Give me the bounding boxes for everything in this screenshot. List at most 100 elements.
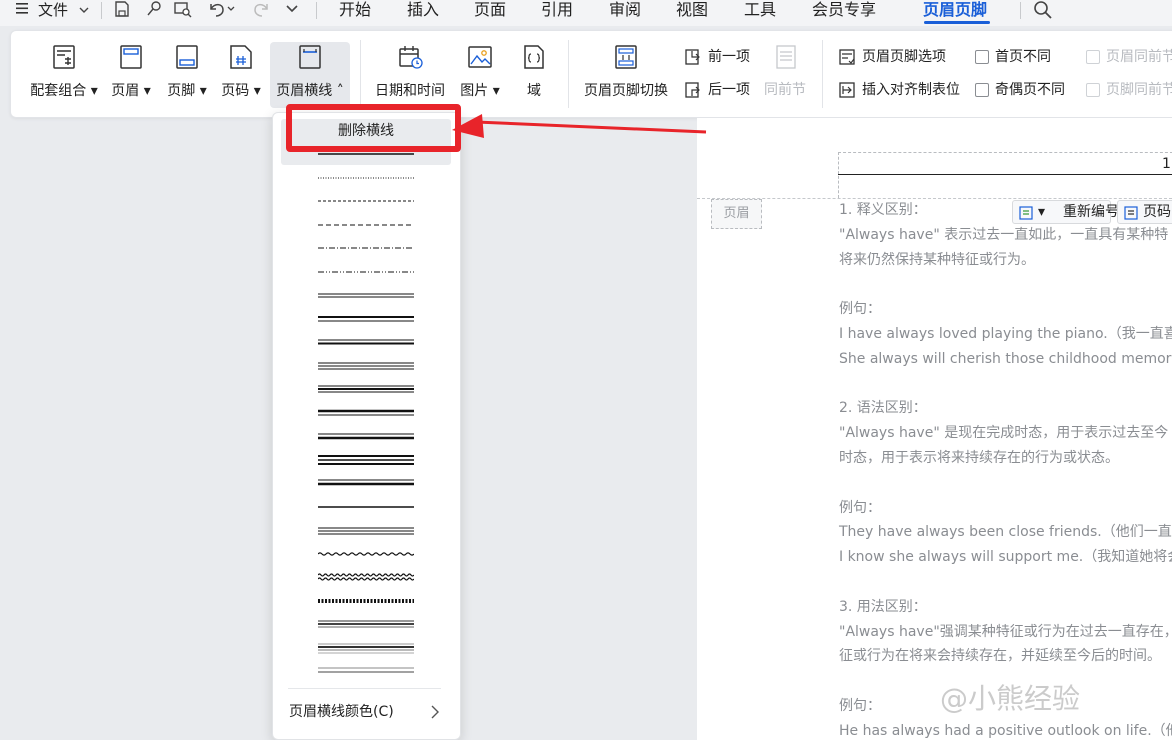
- header-boundary: [697, 198, 1172, 199]
- switch-header-footer-icon: [615, 45, 637, 69]
- redo-icon: [253, 0, 271, 20]
- line-style-wave[interactable]: [318, 547, 414, 561]
- date-time-label: 日期和时间: [375, 83, 445, 99]
- print-preview-icon[interactable]: [173, 0, 193, 20]
- chevron-right-icon: [431, 705, 439, 719]
- line-style-double-thick-thin[interactable]: [318, 312, 414, 326]
- line-style-thin-bottom[interactable]: [318, 664, 414, 678]
- line-style-dotted[interactable]: [318, 171, 414, 185]
- line-style-thin-double[interactable]: [318, 523, 414, 537]
- image-label: 图片 ▾: [460, 83, 500, 99]
- line-style-double-wave[interactable]: [318, 570, 414, 584]
- header-line-icon: [299, 45, 321, 69]
- highlight-box: [286, 104, 461, 152]
- tab-view[interactable]: 视图: [676, 0, 708, 20]
- share-icon[interactable]: [145, 0, 163, 20]
- footer-label: 页脚 ▾: [167, 83, 207, 99]
- document-paragraph: 时态，用于表示将来持续存在的行为或状态。: [839, 450, 1119, 466]
- line-style-hatched[interactable]: [318, 594, 414, 608]
- tab-header-footer[interactable]: 页眉页脚: [923, 0, 987, 20]
- header-page-number: 1: [1162, 156, 1171, 172]
- tab-review[interactable]: 审阅: [609, 0, 641, 20]
- separator: [822, 40, 823, 108]
- line-style-thin-thin[interactable]: [318, 500, 414, 514]
- header-line-button[interactable]: 页眉横线 ˄: [270, 42, 350, 108]
- header-horizontal-line: [838, 174, 1172, 175]
- tab-home[interactable]: 开始: [339, 0, 371, 20]
- page-number-icon: [230, 45, 252, 69]
- align-tab-icon: [839, 82, 855, 98]
- line-style-triple[interactable]: [318, 359, 414, 373]
- dropdown-separator: [288, 688, 441, 689]
- renumber-icon: [1019, 206, 1033, 220]
- first-page-different-label: 首页不同: [995, 49, 1051, 65]
- tab-tools[interactable]: 工具: [744, 0, 776, 20]
- footer-button[interactable]: 页脚 ▾: [162, 42, 212, 108]
- date-time-button[interactable]: 日期和时间: [370, 42, 450, 108]
- same-as-previous-icon: [775, 44, 797, 74]
- line-style-dash-dot-dot[interactable]: [318, 265, 414, 279]
- line-style-short-dash[interactable]: [318, 218, 414, 232]
- insert-align-tab-label: 插入对齐制表位: [862, 82, 960, 98]
- image-button[interactable]: 图片 ▾: [456, 42, 504, 108]
- odd-even-different-label: 奇偶页不同: [995, 82, 1065, 98]
- line-style-thin-thick-thin[interactable]: [318, 476, 414, 490]
- image-icon: [468, 46, 492, 68]
- next-item-label: 后一项: [708, 82, 750, 98]
- field-button[interactable]: 域: [512, 42, 556, 108]
- separator: [568, 40, 569, 108]
- checkbox-box: [1086, 50, 1100, 64]
- header-button[interactable]: 页眉 ▾: [106, 42, 156, 108]
- checkbox-box: [1086, 83, 1100, 97]
- tab-member[interactable]: 会员专享: [812, 0, 876, 20]
- undo-icon[interactable]: [207, 0, 235, 20]
- tab-page[interactable]: 页面: [474, 0, 506, 20]
- template-combo-icon: [53, 45, 75, 69]
- document-paragraph: "Always have"强调某种特征或行为在过去一直存在，: [839, 623, 1172, 640]
- header-line-label: 页眉横线 ˄: [276, 83, 344, 99]
- renumber-button[interactable]: 重新编号 ▾: [1012, 200, 1119, 224]
- line-style-thick-double[interactable]: [318, 429, 414, 443]
- page-number-button[interactable]: 页码 ▾: [216, 42, 266, 108]
- header-footer-options-label: 页眉页脚选项: [862, 49, 946, 65]
- save-icon[interactable]: [113, 0, 131, 20]
- line-style-gradient-double[interactable]: [318, 641, 414, 655]
- search-icon[interactable]: [1033, 0, 1053, 20]
- separator: [360, 40, 361, 108]
- watermark: @小熊经验: [940, 682, 1081, 715]
- tab-references[interactable]: 引用: [541, 0, 573, 20]
- file-menu[interactable]: 文件: [38, 0, 89, 22]
- line-style-thick-thin-thick[interactable]: [318, 453, 414, 467]
- separator: [316, 2, 317, 19]
- next-icon: [685, 82, 700, 98]
- header-line-color-item[interactable]: 页眉横线颜色(C): [289, 702, 394, 722]
- same-as-previous-button: 同前节: [764, 79, 806, 101]
- line-style-triple-mid-thick[interactable]: [318, 382, 414, 396]
- separator: [101, 2, 102, 19]
- switch-header-footer-button[interactable]: 页眉页脚切换: [580, 42, 672, 108]
- menu-icon[interactable]: [16, 0, 28, 22]
- switch-header-footer-label: 页眉页脚切换: [584, 83, 668, 99]
- document-paragraph: "Always have" 表示过去一直如此，一直具有某种特: [839, 226, 1169, 243]
- line-style-thick-single[interactable]: [318, 406, 414, 420]
- document-paragraph: 例句：: [839, 499, 881, 516]
- header-label: 页眉 ▾: [111, 83, 151, 99]
- calendar-icon: [399, 46, 423, 69]
- tab-insert[interactable]: 插入: [407, 0, 439, 20]
- line-style-dashed[interactable]: [318, 194, 414, 208]
- line-style-dash-dot[interactable]: [318, 241, 414, 255]
- line-style-double-thin[interactable]: [318, 288, 414, 302]
- more-chevron-icon[interactable]: [285, 0, 299, 20]
- document-paragraph: 3. 用法区别：: [839, 598, 927, 615]
- page-code-button[interactable]: 页码: [1117, 200, 1172, 224]
- line-style-double-thin-thick[interactable]: [318, 335, 414, 349]
- line-style-gradient-thick[interactable]: [318, 617, 414, 631]
- document-paragraph: 将来仍然保持某种特征或行为。: [839, 251, 1035, 268]
- options-icon: [839, 49, 855, 65]
- chevron-down-icon: [79, 7, 89, 13]
- template-combo-button[interactable]: 配套组合 ▾: [24, 42, 104, 108]
- document-paragraph: 1. 释义区别：: [839, 202, 927, 218]
- renumber-label: 重新编号 ▾: [1038, 204, 1119, 220]
- header-area[interactable]: [838, 152, 1172, 198]
- footer-icon: [176, 45, 198, 69]
